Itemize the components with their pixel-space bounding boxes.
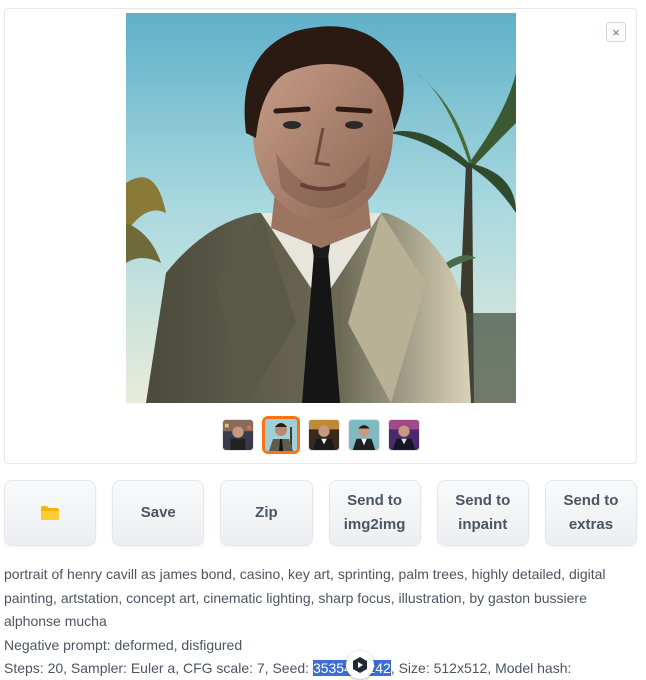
save-button[interactable]: Save: [112, 480, 205, 546]
thumbnail-4[interactable]: [347, 419, 380, 451]
generation-info: portrait of henry cavill as james bond, …: [4, 563, 642, 680]
folder-icon: [41, 506, 60, 520]
thumbnail-2[interactable]: [261, 416, 300, 454]
portrait-image: [126, 13, 516, 403]
thumbnail-1[interactable]: [221, 419, 254, 451]
thumbnail-3[interactable]: [307, 419, 340, 451]
open-folder-button[interactable]: [4, 480, 97, 546]
zip-button[interactable]: Zip: [220, 480, 313, 546]
generation-params: Steps: 20, Sampler: Euler a, CFG scale: …: [4, 657, 642, 680]
close-icon[interactable]: ×: [606, 22, 626, 42]
params-before-seed: Steps: 20, Sampler: Euler a, CFG scale: …: [4, 660, 313, 676]
send-to-extras-button[interactable]: Send to extras: [544, 480, 638, 546]
action-buttons: Save Zip Send to img2img Send to inpaint…: [4, 480, 638, 546]
play-hexagon-icon: [353, 657, 367, 673]
negative-prompt-text: Negative prompt: deformed, disfigured: [4, 636, 243, 653]
main-image[interactable]: [126, 13, 516, 403]
floating-extension-button[interactable]: [346, 651, 374, 679]
prompt-text: portrait of henry cavill as james bond, …: [4, 566, 606, 629]
image-gallery: ×: [4, 8, 637, 464]
thumbnail-5[interactable]: [387, 419, 420, 451]
thumbnail-strip: [5, 416, 636, 454]
send-to-inpaint-button[interactable]: Send to inpaint: [436, 480, 529, 546]
send-to-img2img-button[interactable]: Send to img2img: [328, 480, 421, 546]
